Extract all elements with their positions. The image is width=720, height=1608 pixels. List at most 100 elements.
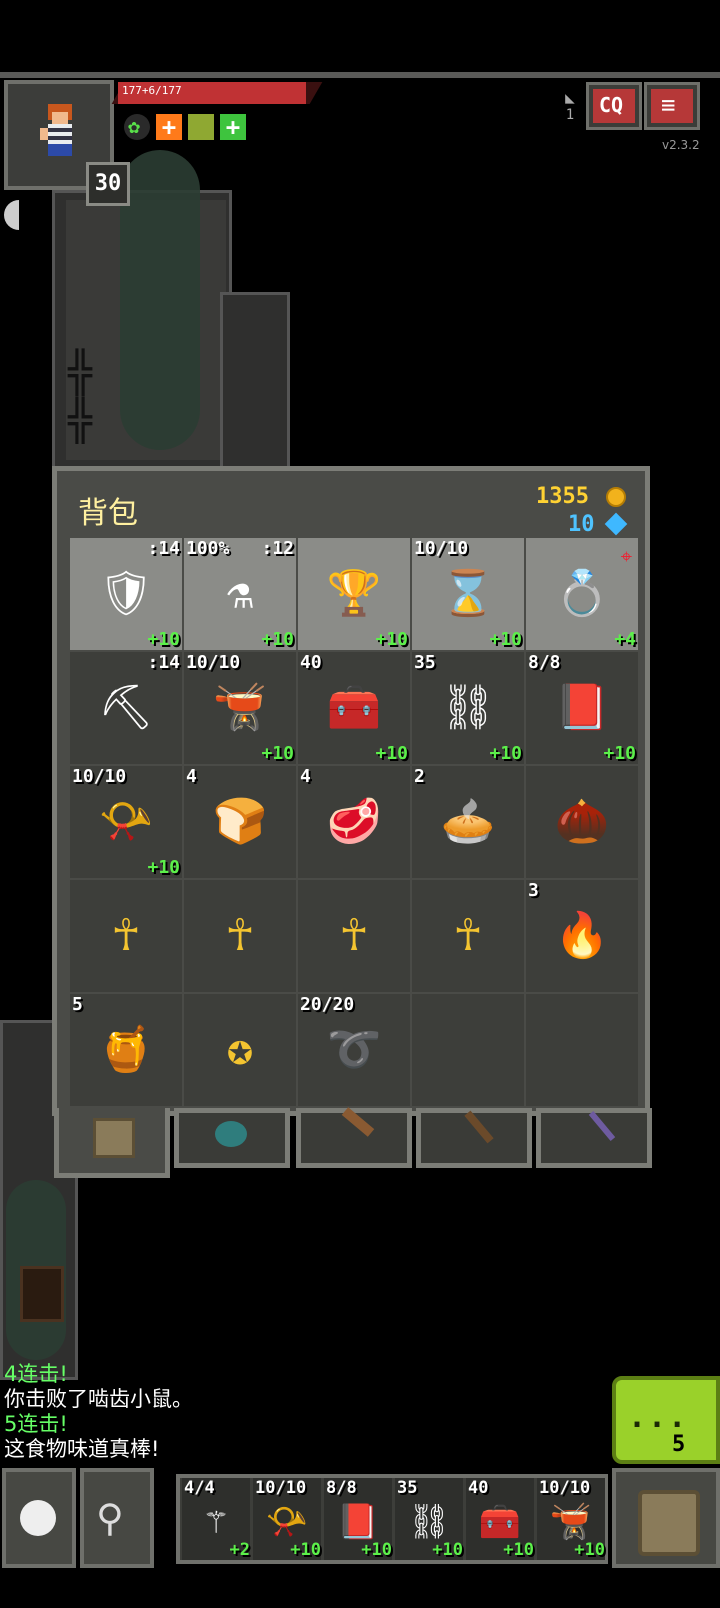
grate-icon: ╬ [68, 350, 93, 396]
slot-quantity: 10/10 [414, 538, 469, 559]
backpack-slot[interactable]: ☥ [70, 880, 182, 992]
tab-backpack[interactable] [54, 1108, 170, 1178]
backpack-slot[interactable]: 🍞 4 [184, 766, 296, 878]
quickslot-upgrade-level: +10 [361, 1540, 392, 1560]
dungeon-wall [220, 292, 290, 470]
backpack-slot[interactable]: ☥ [184, 880, 296, 992]
quickslot[interactable]: 🫕 10/10 +10 [537, 1478, 605, 1560]
depth-indicator: ◣ 1 [560, 88, 580, 128]
search-button[interactable]: ⚲ [80, 1468, 154, 1568]
slot-upgrade-level: +10 [375, 743, 408, 764]
log-line: 5连击! [4, 1412, 68, 1436]
ankh-icon: ☥ [454, 910, 482, 961]
hero-icon [40, 104, 72, 156]
version-label: v2.3.2 [662, 138, 700, 152]
log-line: 4连击! [4, 1362, 68, 1386]
slot-charge: :12 [261, 538, 294, 559]
quickslot[interactable]: ⚚ 4/4 +2 [182, 1478, 250, 1560]
meat-icon: 🥩 [326, 796, 382, 847]
backpack-slot[interactable]: 🔥 3 [526, 880, 638, 992]
backpack-slot[interactable] [412, 994, 524, 1106]
tab-quiver[interactable] [416, 1108, 532, 1168]
backpack-slot[interactable]: ➰ 20/20 [298, 994, 410, 1106]
depth-value: 1 [565, 107, 575, 123]
journal-icon: CQ [593, 89, 635, 123]
quickslot-upgrade-level: +10 [503, 1540, 534, 1560]
hp-text: 177+6/177 [122, 84, 182, 97]
slot-upgrade-level: +10 [147, 857, 180, 878]
backpack-slot[interactable]: 💍 +4 ⌖ [526, 538, 638, 650]
backpack-tabs [54, 1107, 654, 1178]
backpack-slot[interactable]: 📯 10/10 +10 [70, 766, 182, 878]
menu-button[interactable]: ≡ [644, 82, 700, 130]
slot-quantity: 3 [528, 880, 539, 901]
tab-wand-holster[interactable] [536, 1108, 652, 1168]
status-bar-frame [0, 72, 720, 78]
chains-icon: ⛓ [407, 1502, 451, 1543]
buff-well-fed-icon[interactable] [188, 114, 214, 140]
backpack-slot[interactable]: 🧰 40 +10 [298, 652, 410, 764]
backpack-slot[interactable]: 🛡:14 +10 [70, 538, 182, 650]
wand-tab-icon [588, 1111, 616, 1141]
amulet-icon: ✪ [226, 1024, 254, 1075]
quickslot[interactable]: ⛓ 35 +10 [395, 1478, 463, 1560]
cauldron-icon: 🫕 [212, 682, 268, 733]
log-line: 你击败了啮齿小鼠。 [4, 1387, 193, 1411]
backpack-slot[interactable]: ⛏:14 [70, 652, 182, 764]
backpack-slot[interactable]: 🌰 [526, 766, 638, 878]
quickslot-quantity: 40 [468, 1478, 489, 1498]
backpack-slot[interactable]: 🥧 2 [412, 766, 524, 878]
hero-level: 30 [86, 162, 130, 206]
quickslot-upgrade-level: +10 [574, 1540, 605, 1560]
holder-tab-icon [341, 1107, 375, 1137]
ethereal-chains-icon: ➰ [326, 1024, 382, 1075]
tab-pouch[interactable] [174, 1108, 290, 1168]
backpack-slot[interactable]: ⛓ 35 +10 [412, 652, 524, 764]
quickslot-upgrade-level: +10 [290, 1540, 321, 1560]
buff-bless-icon[interactable]: + [156, 114, 182, 140]
chains-icon: ⛓ [440, 682, 496, 733]
ankh-icon: ☥ [340, 910, 368, 961]
slot-quantity: 40 [300, 652, 322, 673]
backpack-slot[interactable]: ⌛ 10/10 +10 [412, 538, 524, 650]
slot-quantity: 5 [72, 994, 83, 1015]
buff-poison-icon[interactable]: ✿ [124, 114, 150, 140]
tab-scroll-holder[interactable] [296, 1107, 412, 1168]
backpack-slot[interactable]: ☥ [298, 880, 410, 992]
door-icon [20, 1266, 64, 1322]
wait-button[interactable] [2, 1468, 76, 1568]
slot-upgrade-level: +10 [603, 743, 636, 764]
buff-healing-icon[interactable]: + [220, 114, 246, 140]
slot-upgrade-level: +10 [489, 629, 522, 650]
bread-icon: 🍞 [212, 796, 268, 847]
moon-icon [4, 200, 19, 230]
backpack-slot[interactable]: 🥩 4 [298, 766, 410, 878]
slot-upgrade-level: +10 [261, 629, 294, 650]
quickslot[interactable]: 📯 10/10 +10 [253, 1478, 321, 1560]
backpack-slot[interactable]: 🍯 5 [70, 994, 182, 1106]
slot-quantity: 20/20 [300, 994, 355, 1015]
quickslot[interactable]: 📕 8/8 +10 [324, 1478, 392, 1560]
backpack-slot[interactable]: ☥ [412, 880, 524, 992]
quickslot-upgrade-level: +10 [432, 1540, 463, 1560]
slot-quantity: 10/10 [72, 766, 127, 787]
slot-quantity: 10/10 [186, 652, 241, 673]
journal-button[interactable]: CQ [586, 82, 642, 130]
backpack-slot[interactable]: ✪ [184, 994, 296, 1106]
ankh-icon: ☥ [112, 910, 140, 961]
quickslot-quantity: 4/4 [184, 1478, 215, 1498]
slot-quantity: 100% [186, 538, 230, 559]
backpack-slot[interactable]: 🏆 +10 [298, 538, 410, 650]
backpack-slot[interactable] [526, 994, 638, 1106]
backpack-slot[interactable]: ⚗ 100%:12 +10 [184, 538, 296, 650]
slot-upgrade-level: +4 [614, 629, 636, 650]
backpack-slot[interactable]: 📕 8/8 +10 [526, 652, 638, 764]
inventory-button[interactable] [612, 1468, 720, 1568]
quickslot[interactable]: 🧰 40 +10 [466, 1478, 534, 1560]
staff-icon: ⚚ [205, 1502, 227, 1543]
alchemist-toolkit-icon: 🧰 [326, 682, 382, 733]
slot-quantity: 4 [186, 766, 197, 787]
slot-quantity: 8/8 [528, 652, 561, 673]
backpack-slot[interactable]: 🫕 10/10 +10 [184, 652, 296, 764]
log-line: 这食物味道真棒! [4, 1437, 160, 1461]
